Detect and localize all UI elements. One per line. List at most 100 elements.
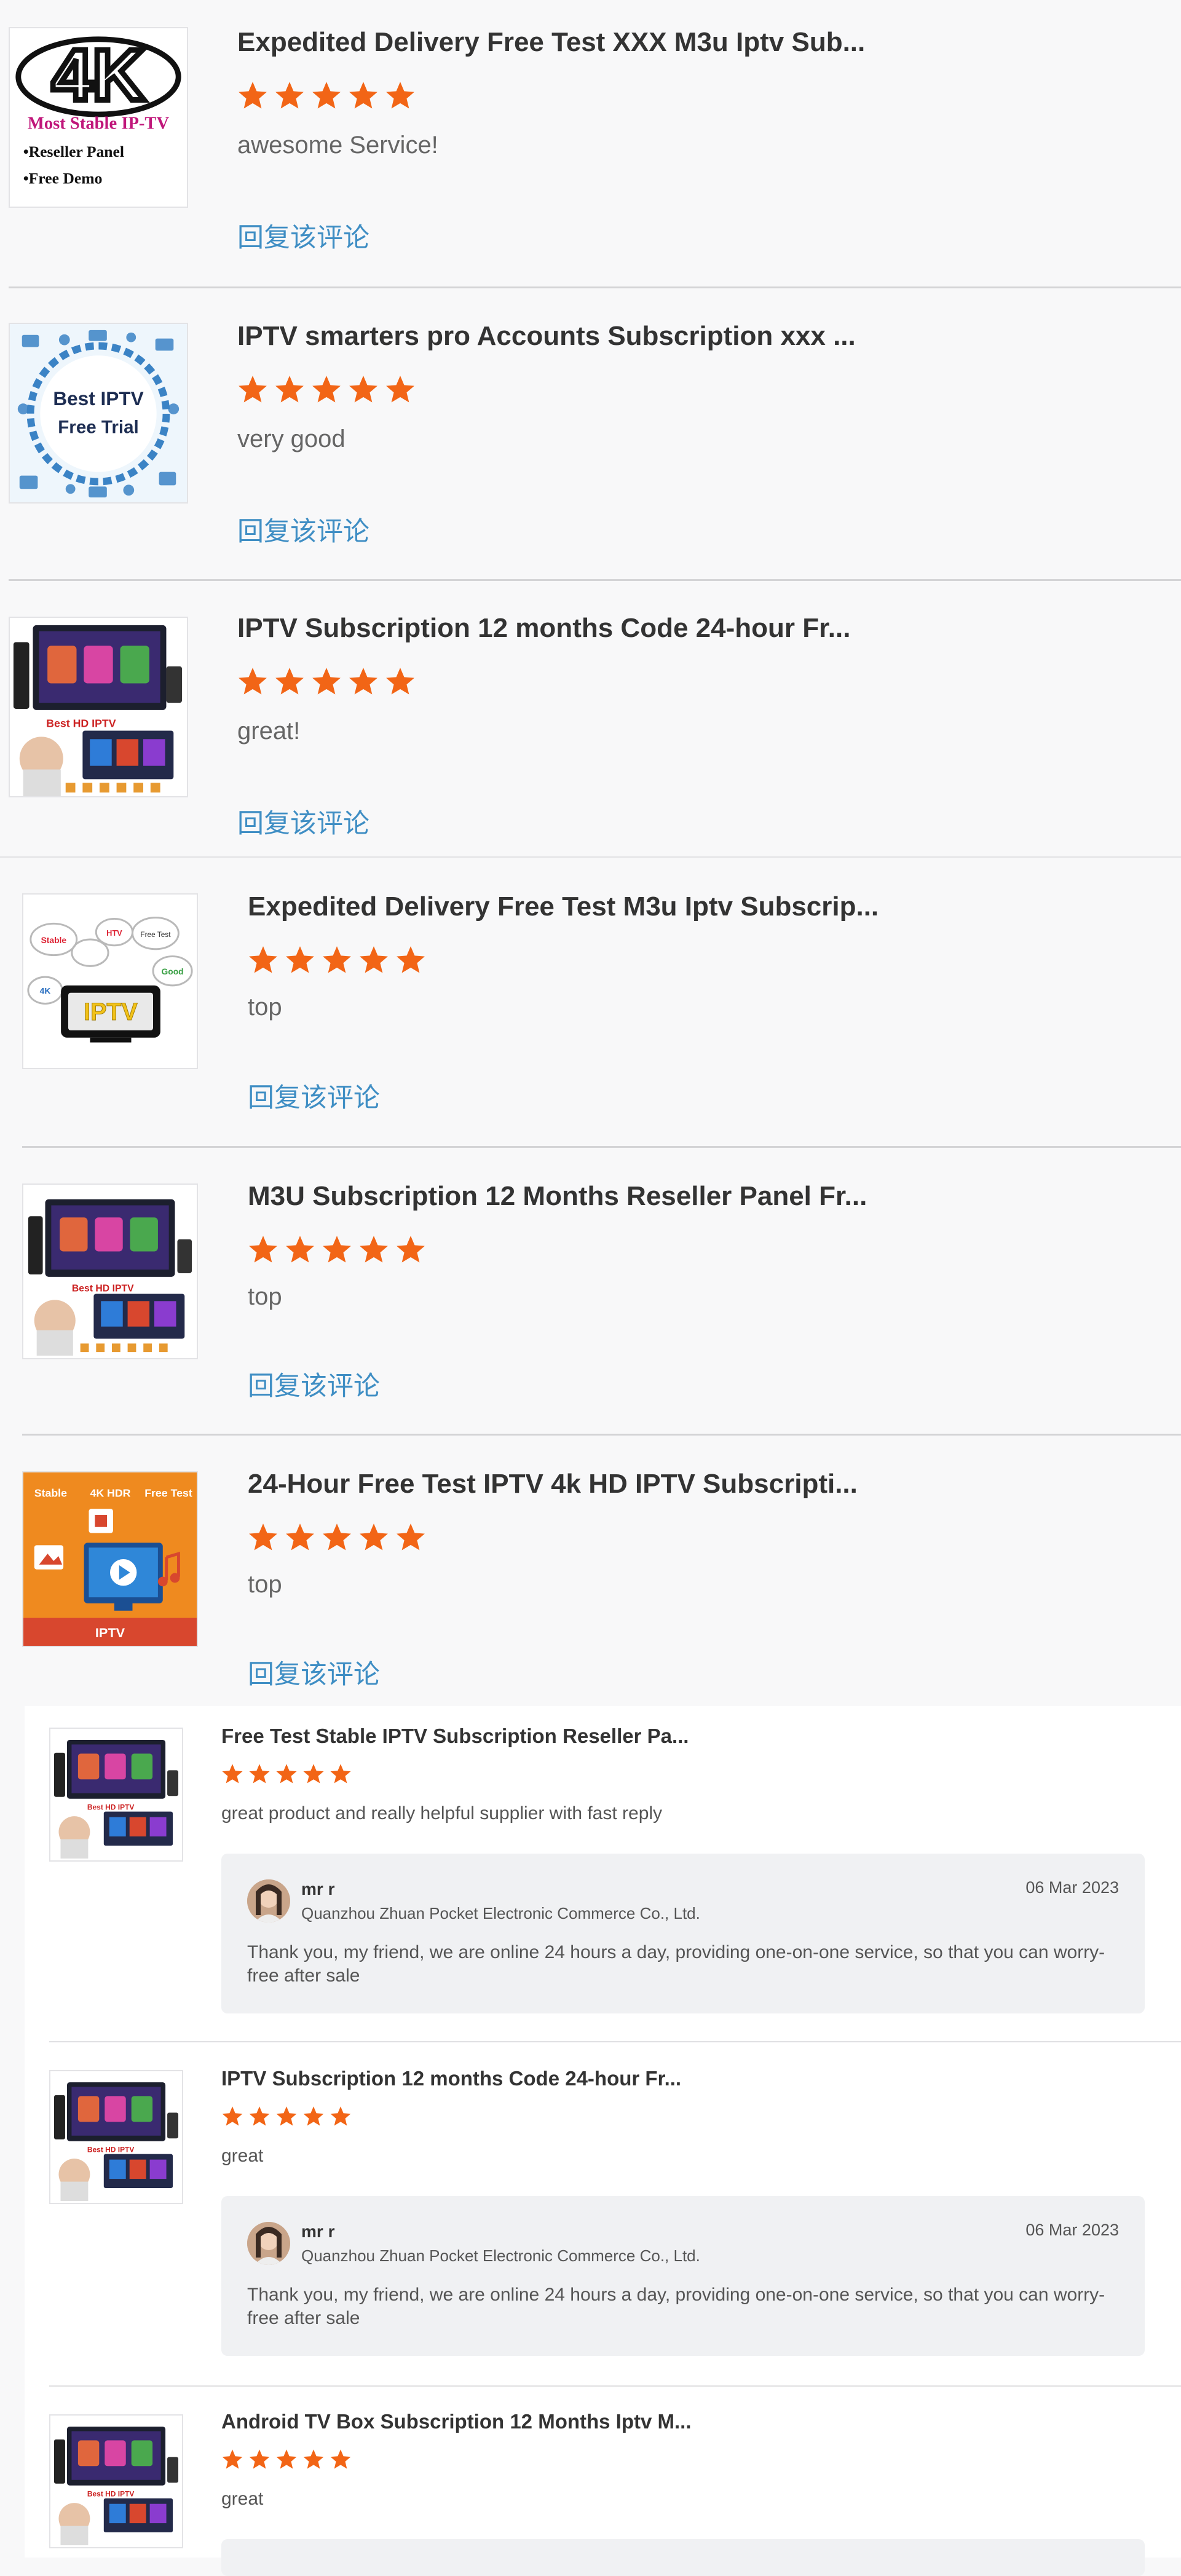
thumb-text: Stable <box>34 1487 67 1499</box>
star-icon <box>311 374 342 405</box>
product-thumbnail[interactable]: Stable HTV Free Test 4K Good IPTV <box>22 893 198 1069</box>
review-comment: great <box>221 2489 264 2509</box>
star-icon <box>275 1763 298 1785</box>
product-thumbnail[interactable]: Stable 4K HDR Free Test IPTV <box>22 1471 198 1647</box>
star-icon <box>221 2105 243 2127</box>
review-item: Stable HTV Free Test 4K Good IPTV Expedi… <box>0 858 1181 1148</box>
star-icon <box>237 80 268 111</box>
star-icon <box>302 2448 325 2470</box>
star-rating <box>248 944 426 975</box>
review-item: Stable 4K HDR Free Test IPTV 24-Hour Fre… <box>0 1436 1181 1706</box>
star-icon <box>322 1522 352 1552</box>
divider <box>9 286 1181 288</box>
reply-date: 06 Mar 2023 <box>1025 2221 1119 2239</box>
reply-to-review-link[interactable]: 回复该评论 <box>237 510 369 548</box>
product-title[interactable]: Expedited Delivery Free Test XXX M3u Ipt… <box>237 27 865 58</box>
star-icon <box>358 944 389 975</box>
avatar <box>247 1879 290 1922</box>
product-image: Stable HTV Free Test 4K Good IPTV <box>23 895 197 1068</box>
reply-to-review-link[interactable]: 回复该评论 <box>248 1653 380 1691</box>
star-icon <box>248 1234 278 1265</box>
star-icon <box>322 1234 352 1265</box>
thumb-text: Free Trial <box>58 417 139 438</box>
thumb-text: Free Test <box>140 930 171 939</box>
star-icon <box>274 666 305 697</box>
reply-to-review-link[interactable]: 回复该评论 <box>237 802 369 840</box>
reply-to-review-link[interactable]: 回复该评论 <box>248 1365 380 1403</box>
star-icon <box>395 1234 426 1265</box>
product-thumbnail[interactable]: Best HD IPTV <box>49 2414 183 2548</box>
review-item: Best HD IPTV Android TV Box Subscription… <box>0 2387 1181 2576</box>
product-thumbnail[interactable]: Best IPTV Free Trial <box>9 323 188 504</box>
star-icon <box>348 374 379 405</box>
star-rating <box>237 666 416 697</box>
product-thumbnail[interactable]: Best HD IPTV <box>49 1728 183 1862</box>
reply-company: Quanzhou Zhuan Pocket Electronic Commerc… <box>301 2246 700 2265</box>
star-icon <box>311 666 342 697</box>
thumb-text: Stable <box>41 936 67 945</box>
product-title[interactable]: Android TV Box Subscription 12 Months Ip… <box>221 2410 692 2433</box>
product-image: Best HD IPTV <box>23 1185 197 1358</box>
review-comment: top <box>248 1571 282 1598</box>
review-item: Best HD IPTV IPTV Subscription 12 months… <box>0 2042 1181 2387</box>
review-item: Best HD IPTV M3U Subscription 12 Months … <box>0 1148 1181 1436</box>
review-item: Best IPTV Free Trial IPTV smarters pro A… <box>0 289 1181 581</box>
reply-to-review-link[interactable]: 回复该评论 <box>248 1077 380 1115</box>
product-thumbnail[interactable]: Best HD IPTV <box>49 2070 183 2204</box>
star-icon <box>330 2448 352 2470</box>
star-icon <box>275 2105 298 2127</box>
product-thumbnail[interactable]: Best HD IPTV <box>22 1183 198 1359</box>
star-icon <box>221 1763 243 1785</box>
star-icon <box>275 2448 298 2470</box>
product-image: Best HD IPTV <box>10 618 187 796</box>
product-title[interactable]: IPTV Subscription 12 months Code 24-hour… <box>221 2067 681 2090</box>
thumb-text: Best HD IPTV <box>72 1284 134 1294</box>
star-icon <box>385 666 416 697</box>
star-icon <box>395 1522 426 1552</box>
thumb-text: HTV <box>106 928 122 938</box>
avatar <box>247 2222 290 2265</box>
star-icon <box>311 80 342 111</box>
star-icon <box>358 1234 389 1265</box>
review-item: Best HD IPTV Free Test Stable IPTV Subsc… <box>0 1706 1181 2041</box>
product-thumbnail[interactable]: Best HD IPTV <box>9 617 188 797</box>
star-icon <box>285 944 315 975</box>
product-thumbnail[interactable]: 4K Most Stable IP-TV •Reseller Panel •Fr… <box>9 27 188 208</box>
star-icon <box>358 1522 389 1552</box>
star-icon <box>248 944 278 975</box>
star-rating <box>237 374 416 405</box>
thumb-text: 4K <box>52 34 144 116</box>
thumb-text: Best HD IPTV <box>87 2490 134 2499</box>
product-title[interactable]: Free Test Stable IPTV Subscription Resel… <box>221 1725 689 1748</box>
review-comment: great! <box>237 717 301 745</box>
star-icon <box>395 944 426 975</box>
reply-author-name: mr r <box>301 1879 335 1898</box>
product-title[interactable]: Expedited Delivery Free Test M3u Iptv Su… <box>248 891 879 922</box>
product-image: Stable 4K HDR Free Test IPTV <box>23 1472 197 1646</box>
product-title[interactable]: IPTV Subscription 12 months Code 24-hour… <box>237 613 850 644</box>
star-rating <box>237 80 416 111</box>
star-icon <box>348 80 379 111</box>
reply-to-review-link[interactable]: 回复该评论 <box>237 216 369 255</box>
thumb-text: Most Stable IP-TV <box>28 114 170 133</box>
product-title[interactable]: M3U Subscription 12 Months Reseller Pane… <box>248 1181 867 1212</box>
thumb-text: Best HD IPTV <box>87 2146 134 2154</box>
star-icon <box>221 2448 243 2470</box>
thumb-text: 4K <box>40 987 51 996</box>
star-rating <box>248 1522 426 1552</box>
review-comment: top <box>248 994 282 1021</box>
seller-reply <box>221 2539 1145 2576</box>
star-icon <box>348 666 379 697</box>
star-icon <box>385 374 416 405</box>
star-rating <box>221 2448 352 2470</box>
product-title[interactable]: 24-Hour Free Test IPTV 4k HD IPTV Subscr… <box>248 1469 858 1499</box>
star-icon <box>248 2448 271 2470</box>
reply-text: Thank you, my friend, we are online 24 h… <box>247 2285 1105 2328</box>
star-icon <box>385 80 416 111</box>
thumb-text: Best IPTV <box>53 387 143 409</box>
product-title[interactable]: IPTV smarters pro Accounts Subscription … <box>237 321 856 352</box>
product-image: Best IPTV Free Trial <box>10 324 187 502</box>
star-icon <box>322 944 352 975</box>
thumb-text: Best HD IPTV <box>46 717 116 730</box>
review-comment: very good <box>237 425 346 452</box>
